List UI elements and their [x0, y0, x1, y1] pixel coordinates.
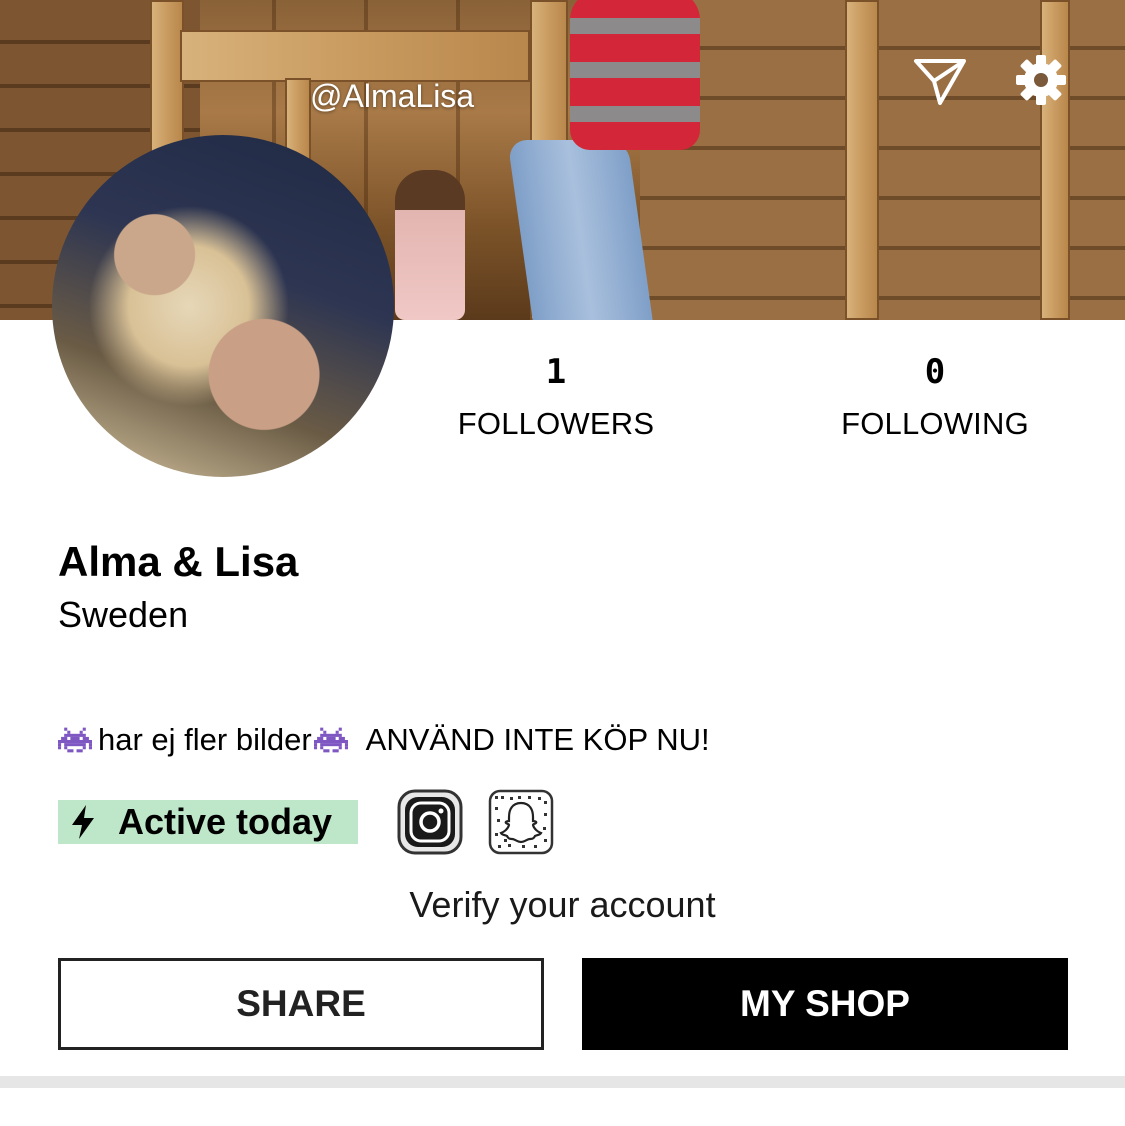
profile-location: Sweden	[58, 594, 189, 635]
followers-label: FOLLOWERS	[457, 406, 655, 441]
active-status-badge: Active today	[58, 800, 358, 844]
my-shop-button[interactable]: MY SHOP	[582, 958, 1068, 1050]
avatar[interactable]	[52, 135, 394, 477]
cover-beam	[180, 30, 530, 82]
profile-bio: har ej fler bilder ANVÄND INTE KÖP NU!	[58, 722, 710, 758]
gear-icon[interactable]	[1014, 53, 1068, 107]
verify-account-link[interactable]: Verify your account	[0, 884, 1125, 926]
verify-account-label: Verify your account	[409, 884, 716, 925]
section-divider	[0, 1076, 1125, 1088]
lightning-bolt-icon	[70, 805, 96, 839]
cover-beam	[845, 0, 879, 320]
profile-handle: @AlmaLisa	[310, 78, 475, 114]
followers-stat[interactable]: 1 FOLLOWERS	[426, 352, 686, 442]
share-button[interactable]: SHARE	[58, 958, 544, 1050]
cover-person-sweater	[570, 0, 700, 150]
active-status-label: Active today	[118, 801, 333, 842]
space-invader-icon	[58, 725, 92, 755]
cover-person-legs	[507, 140, 653, 320]
following-stat[interactable]: 0 FOLLOWING	[805, 352, 1065, 442]
bio-text: har ej fler bilder	[98, 722, 312, 757]
following-count: 0	[924, 352, 946, 392]
bio-note: ANVÄND INTE KÖP NU!	[365, 722, 710, 757]
following-label: FOLLOWING	[841, 406, 1029, 441]
cover-beam	[1040, 0, 1070, 320]
space-invader-icon	[313, 725, 348, 755]
profile-name: Alma & Lisa	[58, 538, 299, 585]
snapchat-icon[interactable]	[488, 789, 554, 855]
followers-count: 1	[545, 352, 567, 392]
send-icon[interactable]	[912, 55, 968, 107]
cover-child-figure	[395, 170, 465, 320]
instagram-icon[interactable]	[397, 789, 463, 855]
